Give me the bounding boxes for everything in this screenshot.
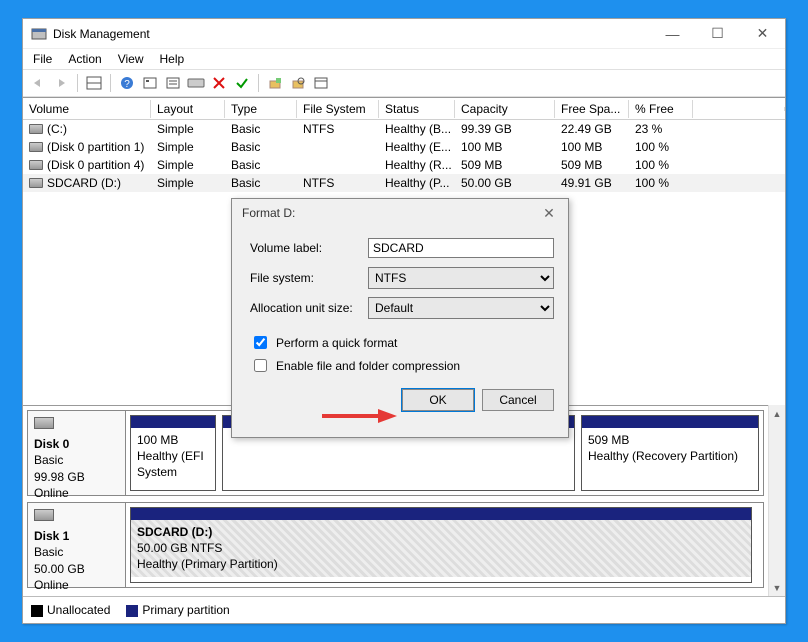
- toggle-panes-icon[interactable]: [83, 72, 105, 94]
- file-system-select[interactable]: NTFS: [368, 267, 554, 289]
- col-type[interactable]: Type: [225, 100, 297, 118]
- disk-label[interactable]: Disk 0Basic99.98 GBOnline: [28, 411, 126, 495]
- col-capacity[interactable]: Capacity: [455, 100, 555, 118]
- window-title: Disk Management: [53, 27, 650, 41]
- allocation-select[interactable]: Default: [368, 297, 554, 319]
- allocation-label: Allocation unit size:: [250, 301, 368, 315]
- col-status[interactable]: Status: [379, 100, 455, 118]
- col-volume[interactable]: Volume: [23, 100, 151, 118]
- menu-action[interactable]: Action: [60, 50, 109, 68]
- add-disk-icon[interactable]: [264, 72, 286, 94]
- help-icon[interactable]: ?: [116, 72, 138, 94]
- back-button: [27, 72, 49, 94]
- settings-icon[interactable]: [139, 72, 161, 94]
- dialog-close-button[interactable]: ✕: [536, 205, 562, 222]
- col-file-system[interactable]: File System: [297, 100, 379, 118]
- toolbar: ?: [23, 69, 785, 97]
- scroll-up-icon[interactable]: ▲: [769, 405, 785, 422]
- scroll-down-icon[interactable]: ▼: [769, 579, 785, 596]
- list-icon[interactable]: [162, 72, 184, 94]
- properties-icon[interactable]: [310, 72, 332, 94]
- check-icon[interactable]: [231, 72, 253, 94]
- table-row[interactable]: (Disk 0 partition 1)SimpleBasicHealthy (…: [23, 138, 785, 156]
- col-free-space[interactable]: Free Spa...: [555, 100, 629, 118]
- volume-label-input[interactable]: [368, 238, 554, 258]
- quick-format-checkbox[interactable]: Perform a quick format: [250, 333, 554, 352]
- svg-text:?: ?: [124, 79, 130, 90]
- disk-label[interactable]: Disk 1Basic50.00 GBOnline: [28, 503, 126, 587]
- table-row[interactable]: SDCARD (D:)SimpleBasicNTFSHealthy (P...5…: [23, 174, 785, 192]
- partition[interactable]: 509 MBHealthy (Recovery Partition): [581, 415, 759, 491]
- find-disk-icon[interactable]: [287, 72, 309, 94]
- volume-list-header[interactable]: Volume Layout Type File System Status Ca…: [23, 98, 785, 120]
- col-layout[interactable]: Layout: [151, 100, 225, 118]
- maximize-button[interactable]: ☐: [695, 20, 740, 48]
- menu-file[interactable]: File: [25, 50, 60, 68]
- volume-list[interactable]: Volume Layout Type File System Status Ca…: [23, 97, 785, 192]
- partition[interactable]: 100 MBHealthy (EFI System: [130, 415, 216, 491]
- titlebar: Disk Management — ☐ ✕: [23, 19, 785, 49]
- forward-button: [50, 72, 72, 94]
- app-icon: [31, 26, 47, 42]
- format-dialog: Format D: ✕ Volume label: File system: N…: [231, 198, 569, 438]
- legend: Unallocated Primary partition: [23, 596, 785, 623]
- file-system-label: File system:: [250, 271, 368, 285]
- legend-item-primary: Primary partition: [126, 603, 229, 617]
- dialog-title: Format D:: [242, 206, 536, 220]
- disk-map-scrollbar[interactable]: ▲ ▼: [768, 405, 785, 596]
- menu-view[interactable]: View: [110, 50, 152, 68]
- menu-help[interactable]: Help: [152, 50, 193, 68]
- table-row[interactable]: (C:)SimpleBasicNTFSHealthy (B...99.39 GB…: [23, 120, 785, 138]
- cancel-button[interactable]: Cancel: [482, 389, 554, 411]
- dialog-titlebar[interactable]: Format D: ✕: [232, 199, 568, 227]
- disk-row[interactable]: Disk 1Basic50.00 GBOnlineSDCARD (D:)50.0…: [27, 502, 764, 588]
- table-row[interactable]: (Disk 0 partition 4)SimpleBasicHealthy (…: [23, 156, 785, 174]
- menubar: File Action View Help: [23, 49, 785, 69]
- volume-label-label: Volume label:: [250, 241, 368, 255]
- compression-checkbox[interactable]: Enable file and folder compression: [250, 356, 554, 375]
- drive-icon[interactable]: [185, 72, 207, 94]
- minimize-button[interactable]: —: [650, 20, 695, 48]
- ok-button[interactable]: OK: [402, 389, 474, 411]
- partition[interactable]: SDCARD (D:)50.00 GB NTFSHealthy (Primary…: [130, 507, 752, 583]
- close-button[interactable]: ✕: [740, 20, 785, 48]
- legend-item-unallocated: Unallocated: [31, 603, 110, 617]
- delete-icon[interactable]: [208, 72, 230, 94]
- col-pct-free[interactable]: % Free: [629, 100, 693, 118]
